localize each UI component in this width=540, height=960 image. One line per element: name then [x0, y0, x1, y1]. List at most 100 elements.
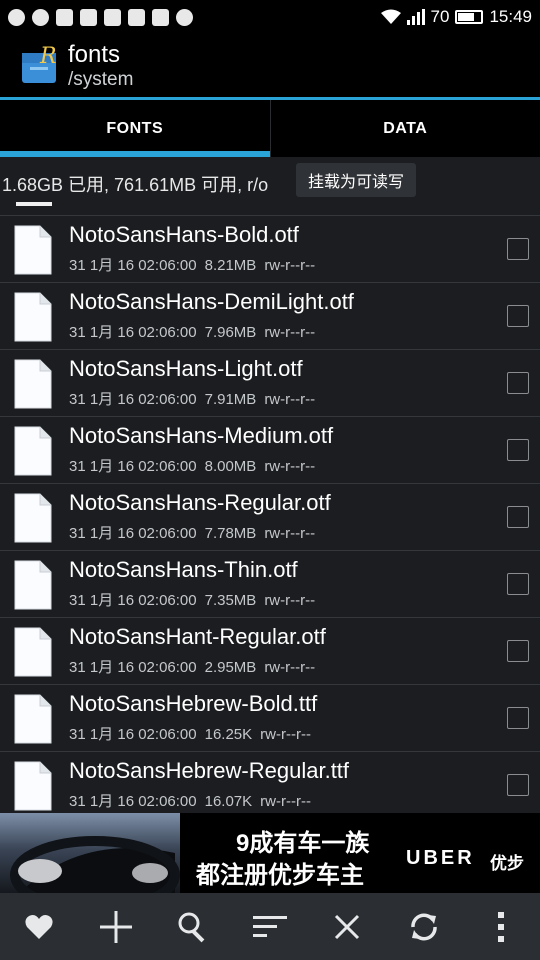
file-name: NotoSansHans-Light.otf	[69, 356, 303, 381]
scroll-indicator	[16, 202, 52, 206]
storage-info: 1.68GB 已用, 761.61MB 可用, r/o	[2, 175, 269, 195]
file-size: 7.91MB	[204, 391, 257, 408]
file-list: NotoSansHans-Bold.otf 31 1月 16 02:06:00 8…	[0, 215, 540, 818]
file-meta: 31 1月 16 02:06:00 16.25K rw-r--r--	[69, 723, 319, 744]
app-bar: R fonts /system	[0, 34, 540, 97]
file-row[interactable]: NotoSansHans-Regular.otf 31 1月 16 02:06:…	[0, 483, 540, 550]
file-checkbox[interactable]	[507, 372, 529, 394]
more-dots-icon	[176, 8, 193, 26]
file-meta: 31 1月 16 02:06:00 8.00MB rw-r--r--	[69, 455, 323, 476]
file-checkbox[interactable]	[507, 506, 529, 528]
file-meta: 31 1月 16 02:06:00 7.78MB rw-r--r--	[69, 522, 323, 543]
battery-percent: 70	[430, 7, 450, 26]
ad-headline-1: 9成有车一族	[236, 830, 370, 857]
close-button[interactable]	[320, 900, 374, 954]
file-row[interactable]: NotoSansHebrew-Bold.ttf 31 1月 16 02:06:0…	[0, 684, 540, 751]
flag-icon	[152, 8, 169, 26]
file-row[interactable]: NotoSansHans-Thin.otf 31 1月 16 02:06:00 7…	[0, 550, 540, 617]
app-logo-icon[interactable]: R	[20, 44, 60, 87]
file-row[interactable]: NotoSansHans-Medium.otf 31 1月 16 02:06:0…	[0, 416, 540, 483]
file-checkbox[interactable]	[507, 439, 529, 461]
file-checkbox[interactable]	[507, 640, 529, 662]
bottom-toolbar	[0, 893, 540, 960]
file-size: 7.96MB	[204, 324, 257, 341]
file-checkbox[interactable]	[507, 774, 529, 796]
file-size: 7.78MB	[204, 525, 257, 542]
file-date: 31 1月 16 02:06:00	[69, 257, 197, 274]
file-permissions: rw-r--r--	[264, 525, 316, 542]
file-icon	[14, 627, 52, 677]
clock: 15:49	[489, 7, 532, 26]
file-meta: 31 1月 16 02:06:00 7.96MB rw-r--r--	[69, 321, 323, 342]
file-date: 31 1月 16 02:06:00	[69, 391, 197, 408]
file-size: 2.95MB	[204, 659, 257, 676]
file-checkbox[interactable]	[507, 305, 529, 327]
file-permissions: rw-r--r--	[264, 458, 316, 475]
notification-icons	[8, 8, 193, 26]
file-size: 7.35MB	[204, 592, 257, 609]
file-icon	[14, 493, 52, 543]
file-permissions: rw-r--r--	[260, 793, 311, 810]
file-checkbox[interactable]	[507, 707, 529, 729]
file-permissions: rw-r--r--	[264, 391, 316, 408]
signal-icon	[406, 9, 425, 25]
file-meta: 31 1月 16 02:06:00 7.35MB rw-r--r--	[69, 589, 323, 610]
ad-banner[interactable]: 9成有车一族 都注册优步车主 UBER 优步	[0, 813, 540, 893]
ad-brand: UBER	[406, 847, 475, 869]
file-icon	[14, 560, 52, 610]
file-row[interactable]: NotoSansHebrew-Regular.ttf 31 1月 16 02:0…	[0, 751, 540, 818]
file-permissions: rw-r--r--	[264, 592, 316, 609]
sort-button[interactable]	[243, 900, 297, 954]
file-icon	[14, 359, 52, 409]
file-date: 31 1月 16 02:06:00	[69, 793, 197, 810]
file-row[interactable]: NotoSansHans-Bold.otf 31 1月 16 02:06:00 8…	[0, 215, 540, 282]
file-meta: 31 1月 16 02:06:00 7.91MB rw-r--r--	[69, 388, 323, 409]
overflow-menu-button[interactable]	[474, 900, 528, 954]
q-app-icon	[8, 8, 25, 26]
file-row[interactable]: NotoSansHans-Light.otf 31 1月 16 02:06:00…	[0, 349, 540, 416]
tab-fonts[interactable]: FONTS	[0, 100, 271, 157]
weibo-icon	[32, 8, 49, 26]
search-button[interactable]	[166, 900, 220, 954]
file-name: NotoSansHans-Medium.otf	[69, 423, 334, 448]
refresh-button[interactable]	[397, 900, 451, 954]
folder-path: /system	[68, 68, 134, 90]
tab-bar: FONTS DATA	[0, 100, 540, 157]
ad-headline-2: 都注册优步车主	[196, 862, 364, 889]
file-name: NotoSansHant-Regular.otf	[69, 624, 326, 649]
search-icon	[178, 912, 205, 942]
favorite-button[interactable]	[12, 900, 66, 954]
file-date: 31 1月 16 02:06:00	[69, 324, 197, 341]
file-icon	[14, 225, 52, 275]
status-bar: 70 15:49	[0, 0, 540, 34]
tab-data[interactable]: DATA	[271, 100, 540, 157]
file-date: 31 1月 16 02:06:00	[69, 592, 197, 609]
file-name: NotoSansHans-Thin.otf	[69, 557, 298, 582]
file-row[interactable]: NotoSansHans-DemiLight.otf 31 1月 16 02:0…	[0, 282, 540, 349]
file-size: 16.25K	[204, 726, 253, 743]
file-date: 31 1月 16 02:06:00	[69, 525, 197, 542]
battery-icon	[455, 10, 484, 24]
svg-text:R: R	[39, 45, 57, 69]
file-name: NotoSansHans-Bold.otf	[69, 222, 299, 247]
mount-rw-button[interactable]: 挂载为可读写	[296, 163, 417, 197]
add-button[interactable]	[89, 900, 143, 954]
file-date: 31 1月 16 02:06:00	[69, 726, 197, 743]
file-name: NotoSansHans-DemiLight.otf	[69, 289, 354, 314]
file-checkbox[interactable]	[507, 573, 529, 595]
file-checkbox[interactable]	[507, 238, 529, 260]
file-permissions: rw-r--r--	[264, 324, 316, 341]
system-status: 70 15:49	[380, 7, 532, 27]
wifi-icon	[380, 9, 401, 24]
file-icon	[14, 694, 52, 744]
ad-car-image	[0, 813, 180, 893]
file-row[interactable]: NotoSansHant-Regular.otf 31 1月 16 02:06:…	[0, 617, 540, 684]
lemo-icon	[128, 8, 145, 26]
file-meta: 31 1月 16 02:06:00 8.21MB rw-r--r--	[69, 254, 323, 275]
file-icon	[14, 292, 52, 342]
image-icon	[104, 8, 121, 26]
file-size: 16.07K	[204, 793, 253, 810]
ad-brand-cn: 优步	[490, 854, 524, 873]
file-date: 31 1月 16 02:06:00	[69, 659, 197, 676]
close-icon	[335, 914, 360, 939]
